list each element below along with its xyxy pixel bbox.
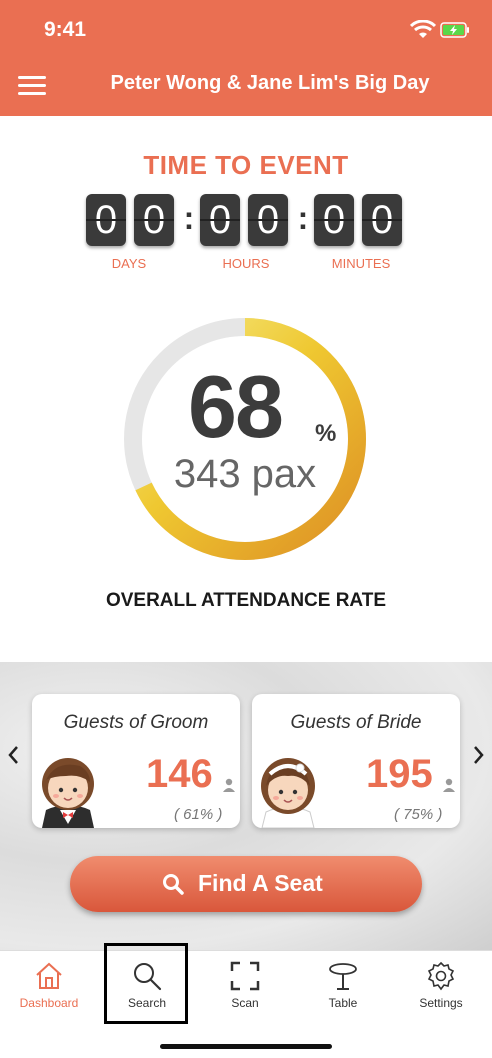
person-icon bbox=[223, 778, 235, 792]
attendance-percent: 68 bbox=[188, 357, 284, 456]
chevron-left-icon[interactable] bbox=[6, 744, 20, 766]
search-icon bbox=[163, 874, 184, 895]
countdown-digit: 0 bbox=[200, 194, 240, 246]
groom-avatar bbox=[42, 758, 94, 828]
tab-label: Table bbox=[328, 996, 358, 1010]
tab-bar: Dashboard Search Scan Table Settings bbox=[0, 950, 492, 1058]
bride-card-title: Guests of Bride bbox=[290, 712, 422, 733]
status-time: 9:41 bbox=[44, 18, 87, 41]
tab-label: Dashboard bbox=[19, 996, 79, 1010]
bride-guest-percent: ( 75% ) bbox=[394, 806, 443, 823]
groom-guests-card[interactable]: Guests of Groom 146 ( 61% ) bbox=[32, 694, 240, 828]
table-icon bbox=[329, 963, 357, 990]
tab-label: Scan bbox=[231, 996, 259, 1010]
person-icon bbox=[443, 778, 455, 792]
countdown-digit: 0 bbox=[248, 194, 288, 246]
percent-sign: % bbox=[315, 420, 337, 447]
attendance-label: OVERALL ATTENDANCE RATE bbox=[105, 590, 387, 611]
hamburger-menu-icon[interactable] bbox=[18, 72, 48, 98]
groom-guest-percent: ( 61% ) bbox=[174, 806, 223, 823]
countdown-colon: : bbox=[297, 200, 309, 236]
home-icon bbox=[36, 962, 62, 989]
search-tab-highlight bbox=[104, 943, 188, 1024]
find-a-seat-label: Find A Seat bbox=[198, 870, 323, 896]
status-bar: 9:41 bbox=[0, 0, 492, 58]
countdown-unit-days: DAYS bbox=[111, 256, 147, 271]
countdown-digit: 0 bbox=[362, 194, 402, 246]
battery-icon bbox=[440, 22, 469, 38]
app-header: 9:41 Peter Wong & Jane Lim's Big Day bbox=[0, 0, 492, 116]
tab-scan[interactable]: Scan bbox=[196, 951, 294, 1023]
scan-icon bbox=[230, 961, 260, 991]
chevron-right-icon[interactable] bbox=[472, 744, 486, 766]
wifi-icon bbox=[410, 20, 436, 38]
groom-card-title: Guests of Groom bbox=[63, 712, 209, 733]
page-title: Peter Wong & Jane Lim's Big Day bbox=[110, 72, 430, 94]
tab-table[interactable]: Table bbox=[294, 951, 392, 1023]
tab-settings[interactable]: Settings bbox=[392, 951, 490, 1023]
countdown-digit: 0 bbox=[314, 194, 354, 246]
countdown-heading: TIME TO EVENT bbox=[143, 150, 349, 180]
tab-dashboard[interactable]: Dashboard bbox=[0, 951, 98, 1023]
find-a-seat-button[interactable]: Find A Seat bbox=[70, 856, 422, 912]
countdown-digit: 0 bbox=[86, 194, 126, 246]
attendance-pax: 343 pax bbox=[173, 452, 317, 496]
gear-icon bbox=[427, 961, 455, 991]
countdown-digit: 0 bbox=[134, 194, 174, 246]
countdown-colon: : bbox=[183, 200, 195, 236]
groom-guest-count: 146 bbox=[146, 752, 213, 796]
countdown-unit-minutes: MINUTES bbox=[331, 256, 391, 271]
bride-avatar bbox=[261, 758, 315, 828]
tab-label: Settings bbox=[419, 996, 463, 1010]
bride-guest-count: 195 bbox=[366, 752, 433, 796]
bride-guests-card[interactable]: Guests of Bride 195 ( 75% ) bbox=[252, 694, 460, 828]
home-indicator bbox=[160, 1044, 332, 1049]
countdown-unit-hours: HOURS bbox=[222, 256, 270, 271]
